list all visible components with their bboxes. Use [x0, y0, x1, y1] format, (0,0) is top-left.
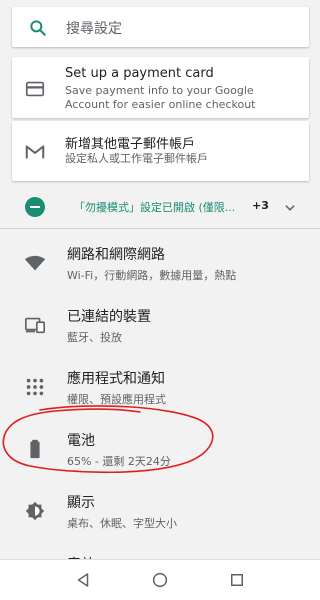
suggestion-card-email[interactable]: 新增其他電子郵件帳戶 設定私人或工作電子郵件帳戶 [12, 121, 309, 181]
credit-card-icon [25, 81, 45, 97]
suggestion-subtitle: Save payment info to your Google Account… [65, 84, 256, 111]
search-icon [30, 20, 46, 36]
settings-item-title: 已連結的裝置 [67, 309, 151, 325]
search-bar[interactable]: 搜尋設定 [12, 7, 309, 47]
suggestion-card-payment[interactable]: Set up a payment card Save payment info … [12, 57, 309, 118]
suggestion-subtitle: 設定私人或工作電子郵件帳戶 [65, 152, 208, 165]
settings-item-title: 顯示 [67, 495, 95, 511]
chevron-down-icon[interactable] [283, 201, 297, 215]
home-icon[interactable] [151, 571, 169, 589]
do-not-disturb-icon [25, 197, 45, 217]
brightness-icon [25, 501, 45, 521]
system-nav-bar [0, 559, 320, 600]
back-icon[interactable] [74, 571, 92, 589]
recents-icon[interactable] [228, 571, 246, 589]
settings-item-display[interactable]: 顯示 桌布、休眠、字型大小 [0, 482, 320, 544]
settings-item-connected-devices[interactable]: 已連結的裝置 藍牙、投放 [0, 296, 320, 358]
dnd-banner[interactable]: 「勿擾模式」設定已開啟 (僅限... +3 [0, 188, 320, 228]
settings-item-subtitle: Wi-Fi，行動網路，數據用量，熱點 [67, 269, 237, 282]
annotation-circle [2, 405, 214, 474]
settings-item-title: 網路和網際網路 [67, 247, 165, 263]
gmail-icon [25, 145, 45, 159]
dnd-status-text: 「勿擾模式」設定已開啟 (僅限... [74, 201, 236, 214]
divider [0, 228, 320, 229]
settings-item-subtitle: 桌布、休眠、字型大小 [67, 517, 177, 530]
suggestion-title: 新增其他電子郵件帳戶 [65, 137, 196, 152]
settings-item-network[interactable]: 網路和網際網路 Wi-Fi，行動網路，數據用量，熱點 [0, 234, 320, 296]
settings-item-subtitle: 藍牙、投放 [67, 331, 122, 344]
dnd-count-badge: +3 [252, 199, 269, 212]
search-placeholder: 搜尋設定 [66, 21, 122, 37]
wifi-icon [24, 255, 46, 271]
apps-grid-icon [26, 378, 44, 396]
devices-icon [25, 317, 45, 334]
suggestion-title: Set up a payment card [65, 66, 214, 81]
settings-item-title: 應用程式和通知 [67, 371, 165, 387]
